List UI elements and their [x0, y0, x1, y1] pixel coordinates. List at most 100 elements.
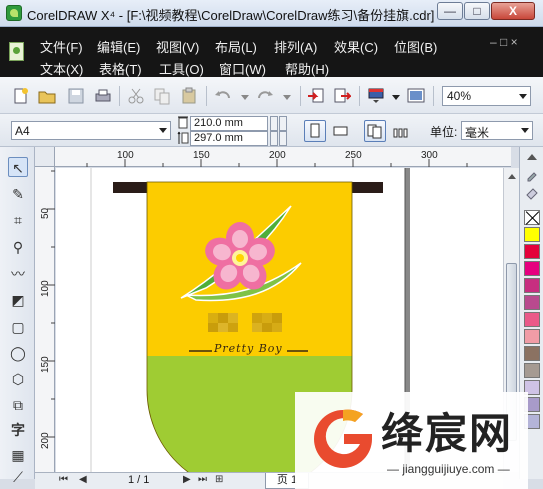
menu-tools[interactable]: 工具(O): [159, 59, 204, 78]
redo-dropdown-icon[interactable]: [278, 87, 296, 105]
crop-tool-icon[interactable]: ⌗: [8, 210, 28, 230]
ruler-label: 50: [40, 207, 51, 219]
zoom-level-value: 40%: [447, 89, 472, 103]
page-height-spinner-up[interactable]: [270, 131, 278, 146]
pick-tool-icon[interactable]: ↖: [8, 157, 28, 177]
maximize-button[interactable]: □: [464, 2, 490, 20]
menu-window[interactable]: 窗口(W): [219, 59, 266, 78]
ruler-label: 100: [40, 280, 51, 297]
menu-layout[interactable]: 布局(L): [215, 37, 257, 56]
ruler-label: 150: [40, 356, 51, 373]
page-height-spinner-down[interactable]: [279, 131, 287, 146]
color-swatch[interactable]: [524, 278, 540, 293]
paste-icon[interactable]: [180, 87, 198, 105]
color-swatch[interactable]: [524, 295, 540, 310]
page-size-select[interactable]: A4: [11, 121, 171, 140]
zoom-tool-icon[interactable]: ⚲: [8, 237, 28, 257]
text-tool-icon[interactable]: 字: [8, 420, 28, 440]
menu-file[interactable]: 文件(F): [40, 37, 83, 56]
page-size-dropdown-arrow-icon[interactable]: [159, 128, 167, 133]
table-tool-icon[interactable]: ▦: [8, 445, 28, 465]
palette-scroll-up-icon[interactable]: [525, 152, 539, 162]
page-first-button[interactable]: ⏮: [59, 474, 68, 485]
launcher-dropdown-icon[interactable]: [387, 87, 405, 105]
page-height-input[interactable]: 297.0 mm: [190, 131, 268, 146]
open-folder-icon[interactable]: [38, 87, 56, 105]
mdi-window-controls[interactable]: – □ ×: [490, 35, 518, 49]
add-page-button[interactable]: ⊞: [215, 474, 223, 485]
undo-icon[interactable]: [214, 87, 232, 105]
copy-icon[interactable]: [153, 87, 171, 105]
zoom-dropdown-arrow-icon[interactable]: [519, 94, 527, 99]
menu-view[interactable]: 视图(V): [156, 37, 199, 56]
dimension-tool-icon[interactable]: ⟋: [8, 467, 28, 487]
no-fill-swatch[interactable]: [524, 210, 540, 225]
menu-help[interactable]: 帮助(H): [285, 59, 329, 78]
eyedropper-icon[interactable]: [525, 168, 539, 182]
freehand-tool-icon[interactable]: 〰: [8, 264, 28, 284]
color-swatch[interactable]: [524, 261, 540, 276]
menu-effects[interactable]: 效果(C): [334, 37, 378, 56]
menu-edit[interactable]: 编辑(E): [97, 37, 140, 56]
cut-icon[interactable]: [127, 87, 145, 105]
watermark-chinese-text: 绛宸网: [381, 409, 514, 458]
page-next-button[interactable]: ▶: [183, 474, 191, 485]
page-width-spinner-up[interactable]: [270, 116, 278, 131]
page-width-icon: [178, 116, 188, 129]
paint-bucket-icon[interactable]: [525, 187, 539, 201]
undo-dropdown-icon[interactable]: [236, 87, 254, 105]
menu-table[interactable]: 表格(T): [99, 59, 142, 78]
document-icon[interactable]: [9, 42, 24, 61]
ellipse-tool-icon[interactable]: ◯: [8, 343, 28, 363]
menu-bar: 文件(F) 编辑(E) 视图(V) 布局(L) 排列(A) 效果(C) 位图(B…: [0, 27, 543, 77]
color-swatch[interactable]: [524, 227, 540, 242]
rectangle-tool-icon[interactable]: ▢: [8, 317, 28, 337]
redo-icon[interactable]: [256, 87, 274, 105]
menu-text[interactable]: 文本(X): [40, 59, 83, 78]
toolbox: ↖ ✎ ⌗ ⚲ 〰 ◩ ▢ ◯ ⬡ ⧉ 字 ▦ ⟋: [0, 147, 35, 485]
ruler-label: 300: [421, 150, 438, 161]
landscape-orientation-button[interactable]: [330, 120, 352, 142]
scroll-up-arrow-icon[interactable]: [507, 172, 517, 180]
minimize-button[interactable]: —: [437, 2, 463, 20]
coreldraw-app-icon[interactable]: [6, 5, 22, 21]
portrait-orientation-button[interactable]: [304, 120, 326, 142]
ruler-origin[interactable]: [35, 147, 55, 167]
application-launcher-icon[interactable]: [367, 87, 385, 105]
zoom-level-select[interactable]: 40%: [442, 86, 531, 106]
close-button[interactable]: X: [491, 2, 535, 20]
import-icon[interactable]: [307, 87, 325, 105]
color-swatch[interactable]: [524, 363, 540, 378]
horizontal-ruler[interactable]: 100 150 200 250 300: [55, 147, 511, 167]
units-dropdown-arrow-icon[interactable]: [521, 128, 529, 133]
page-last-button[interactable]: ⏭: [198, 474, 207, 485]
menu-arrange[interactable]: 排列(A): [274, 37, 317, 56]
export-icon[interactable]: [333, 87, 351, 105]
new-document-icon[interactable]: [12, 87, 30, 105]
units-value: 毫米: [465, 126, 490, 140]
watermark-url-text: — jiangguijiuye.com —: [387, 462, 510, 476]
current-page-button[interactable]: [390, 120, 412, 142]
color-swatch[interactable]: [524, 329, 540, 344]
welcome-screen-icon[interactable]: [407, 87, 425, 105]
polygon-tool-icon[interactable]: ⬡: [8, 369, 28, 389]
menu-bitmaps[interactable]: 位图(B): [394, 37, 437, 56]
color-swatch[interactable]: [524, 244, 540, 259]
page-size-value: A4: [15, 124, 30, 138]
basic-shapes-tool-icon[interactable]: ⧉: [8, 395, 28, 415]
color-swatch[interactable]: [524, 346, 540, 361]
smart-fill-tool-icon[interactable]: ◩: [8, 290, 28, 310]
vertical-ruler[interactable]: 50 100 150 200: [35, 167, 55, 472]
shape-tool-icon[interactable]: ✎: [8, 184, 28, 204]
landscape-icon: [333, 126, 348, 136]
script-text[interactable]: Pretty Boy: [214, 342, 283, 355]
save-icon[interactable]: [67, 87, 85, 105]
page-previous-button[interactable]: ◀: [79, 474, 87, 485]
all-pages-button[interactable]: [364, 120, 386, 142]
toolbar-separator: [433, 86, 434, 106]
units-select[interactable]: 毫米: [461, 121, 533, 140]
page-width-input[interactable]: 210.0 mm: [190, 116, 268, 131]
page-width-spinner-down[interactable]: [279, 116, 287, 131]
print-icon[interactable]: [94, 87, 112, 105]
color-swatch[interactable]: [524, 312, 540, 327]
